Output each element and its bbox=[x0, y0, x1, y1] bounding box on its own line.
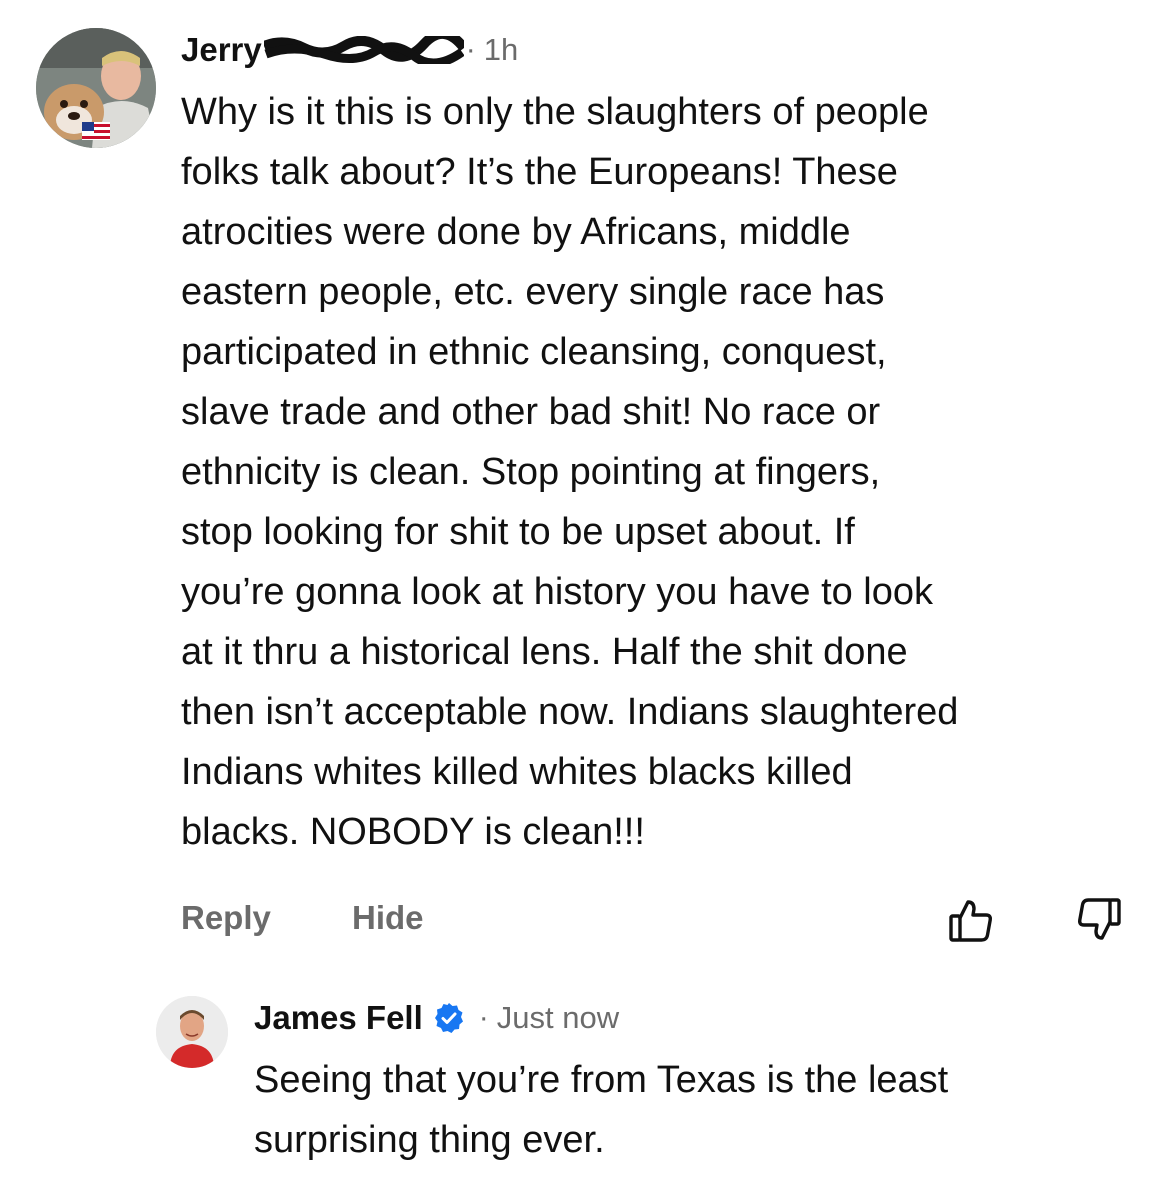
comment-text-line: folks talk about? It’s the Europeans! Th… bbox=[181, 151, 898, 193]
comment-text-line: at it thru a historical lens. Half the s… bbox=[181, 631, 908, 673]
redaction-scribble bbox=[263, 36, 464, 64]
thumbs-down-icon[interactable] bbox=[1075, 896, 1123, 944]
thumbs-up-icon[interactable] bbox=[947, 896, 995, 944]
comment-actions: Reply Hide bbox=[181, 888, 1156, 948]
redaction-scribble-icon bbox=[263, 36, 464, 64]
avatar[interactable] bbox=[156, 996, 228, 1068]
timestamp[interactable]: 1h bbox=[484, 32, 518, 68]
comment-text-line: slave trade and other bad shit! No race … bbox=[181, 391, 881, 433]
comment-body: James Fell · Just now Seeing that you’re… bbox=[254, 996, 1154, 1170]
comment-text-line: surprising thing ever. bbox=[254, 1119, 605, 1161]
comment-header: Jerry · 1h bbox=[181, 28, 1156, 72]
hide-button[interactable]: Hide bbox=[352, 888, 424, 948]
profile-photo-icon bbox=[156, 996, 228, 1068]
comment-text-line: you’re gonna look at history you have to… bbox=[181, 571, 934, 613]
avatar[interactable] bbox=[36, 28, 156, 148]
comment-text-line: Indians whites killed whites blacks kill… bbox=[181, 751, 853, 793]
comment-header: James Fell · Just now bbox=[254, 996, 1154, 1040]
separator-dot: · bbox=[465, 33, 476, 66]
separator-dot: · bbox=[478, 1001, 489, 1034]
reply-button[interactable]: Reply bbox=[181, 888, 271, 948]
profile-photo-icon bbox=[36, 28, 156, 148]
comment-text-line: then isn’t acceptable now. Indians slaug… bbox=[181, 691, 959, 733]
comment-text: Seeing that you’re from Texas is the lea… bbox=[254, 1050, 1154, 1170]
comment-text-line: participated in ethnic cleansing, conque… bbox=[181, 331, 887, 373]
comment-text-line: ethnicity is clean. Stop pointing at fin… bbox=[181, 451, 881, 493]
comment-text-line: atrocities were done by Africans, middle bbox=[181, 211, 851, 253]
author-name[interactable]: Jerry bbox=[181, 31, 262, 69]
comment-text-line: eastern people, etc. every single race h… bbox=[181, 271, 885, 313]
comment-body: Jerry · 1h Why is it this is only the sl… bbox=[181, 28, 1156, 948]
comment-text-line: stop looking for shit to be upset about.… bbox=[181, 511, 855, 553]
comment-text-line: Why is it this is only the slaughters of… bbox=[181, 91, 929, 133]
timestamp[interactable]: Just now bbox=[497, 1000, 619, 1036]
author-name[interactable]: James Fell bbox=[254, 999, 423, 1037]
comment-text-line: blacks. NOBODY is clean!!! bbox=[181, 811, 645, 853]
verified-badge-icon bbox=[433, 1002, 465, 1034]
comment-text-line: Seeing that you’re from Texas is the lea… bbox=[254, 1059, 949, 1101]
comment-text: Why is it this is only the slaughters of… bbox=[181, 82, 1156, 862]
